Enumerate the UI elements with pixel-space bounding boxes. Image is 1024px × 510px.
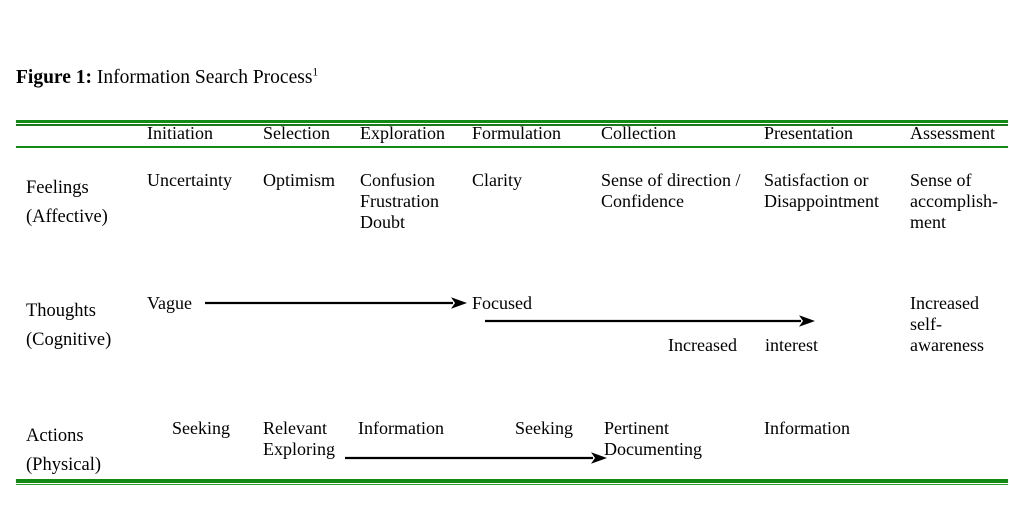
cell-feelings-assessment: Sense of accomplish- ment <box>910 170 998 232</box>
cell-feelings-initiation: Uncertainty <box>147 170 232 190</box>
row-label-thoughts: Thoughts (Cognitive) <box>26 301 112 350</box>
focused-to-increased-interest-arrow <box>485 315 815 327</box>
row-label-feelings: Feelings (Affective) <box>26 178 108 227</box>
vague-to-focused-arrow <box>205 297 467 309</box>
column-header-assessment: Assessment <box>910 123 995 143</box>
column-header-exploration: Exploration <box>360 123 445 143</box>
column-header-selection: Selection <box>263 123 330 143</box>
column-header-initiation: Initiation <box>147 123 213 143</box>
cell-actions-initiation: Seeking <box>172 418 230 438</box>
cell-thoughts-interest-label: interest <box>765 335 818 355</box>
information-seeking-documenting-arrow <box>345 452 607 464</box>
figure-caption-label: Figure 1: <box>16 67 93 88</box>
column-header-presentation: Presentation <box>764 123 853 143</box>
column-header-collection: Collection <box>601 123 676 143</box>
cell-actions-collection: Pertinent Documenting <box>604 418 702 459</box>
cell-feelings-formulation: Clarity <box>472 170 522 190</box>
cell-feelings-exploration: Confusion Frustration Doubt <box>360 170 439 232</box>
cell-actions-selection: Relevant Exploring <box>263 418 335 459</box>
cell-feelings-selection: Optimism <box>263 170 336 190</box>
cell-thoughts-increased-label: Increased <box>668 335 737 355</box>
figure-information-search-process: Figure 1: Information Search Process1 In… <box>0 0 1024 510</box>
figure-caption-footnote-marker: 1 <box>312 66 319 79</box>
figure-caption: Figure 1: Information Search Process1 <box>16 66 318 90</box>
cell-thoughts-formulation: Focused <box>472 293 532 313</box>
cell-feelings-collection: Sense of direction / Confidence <box>601 170 741 211</box>
cell-actions-formulation: Seeking <box>515 418 573 438</box>
figure-caption-text: Information Search Process <box>92 67 313 88</box>
table-bottom-rule-thick <box>16 479 1008 483</box>
row-label-actions: Actions (Physical) <box>26 426 102 475</box>
table-header-bottom-rule <box>16 146 1008 148</box>
cell-actions-exploration: Information <box>358 418 444 438</box>
column-header-formulation: Formulation <box>472 123 561 143</box>
cell-feelings-presentation: Satisfaction or Disappointment <box>764 170 879 211</box>
cell-thoughts-assessment: Increased self- awareness <box>910 293 984 355</box>
cell-thoughts-initiation: Vague <box>147 293 192 313</box>
cell-actions-presentation: Information <box>764 418 850 438</box>
table-bottom-rule-thin <box>16 484 1008 485</box>
